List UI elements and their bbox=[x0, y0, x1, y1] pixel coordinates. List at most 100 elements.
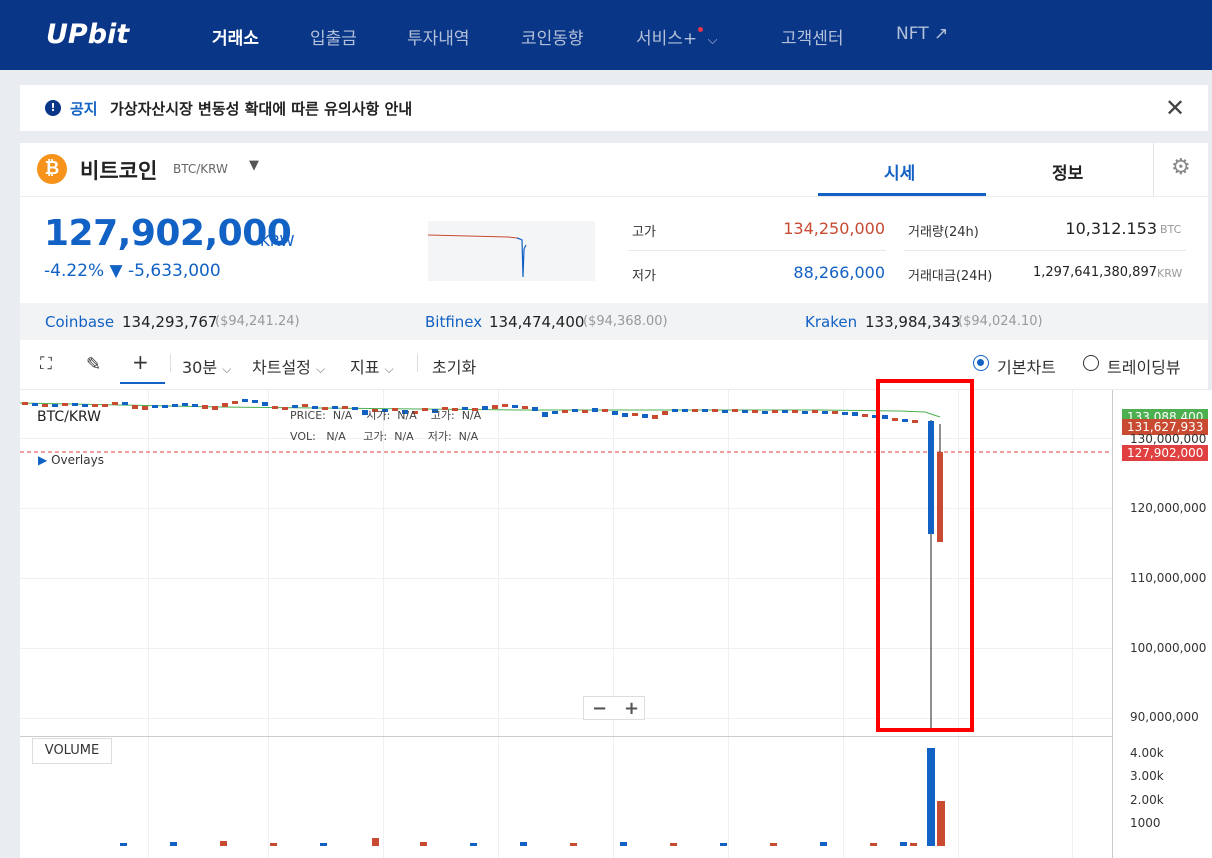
divider bbox=[170, 354, 171, 372]
interval-dropdown[interactable]: 30분 ⌵ bbox=[182, 354, 231, 378]
divider bbox=[417, 354, 418, 372]
close-icon[interactable]: ✕ bbox=[1165, 94, 1185, 122]
basic-chart-radio[interactable] bbox=[973, 355, 989, 371]
coin-info-panel: ₿ 비트코인 BTC/KRW ▼ 시세 정보 ⚙ 127,902,000 KRW… bbox=[20, 143, 1208, 389]
new-dot-icon bbox=[698, 27, 704, 32]
price-change: -4.22% ▼ -5,633,000 bbox=[44, 261, 221, 281]
legend-value: N/A bbox=[326, 430, 346, 443]
exchange-value: 134,474,400 bbox=[489, 313, 585, 331]
tab-quote[interactable]: 시세 bbox=[884, 159, 915, 184]
volume-tick: 2.00k bbox=[1130, 793, 1164, 807]
y-tick: 130,000,000 bbox=[1130, 432, 1207, 446]
volume-tick: 4.00k bbox=[1130, 746, 1164, 760]
reset-button[interactable]: 초기화 bbox=[432, 354, 476, 378]
upbit-logo[interactable]: UPbit bbox=[46, 19, 129, 50]
interval-label: 30분 bbox=[182, 358, 218, 377]
nav-nft[interactable]: NFT ↗ bbox=[896, 24, 948, 44]
legend-value: N/A bbox=[461, 409, 482, 422]
legend-vol-row: VOL: N/A 고가: N/A 저가: N/A bbox=[290, 430, 479, 443]
chart-settings-label: 차트설정 bbox=[252, 358, 311, 377]
nav-customer-center[interactable]: 고객센터 bbox=[781, 24, 844, 49]
chart-pair-label: BTC/KRW bbox=[37, 409, 102, 425]
notice-label: 공지 bbox=[70, 100, 98, 118]
active-tool-indicator bbox=[120, 382, 165, 384]
exchange-value: 133,984,343 bbox=[865, 313, 961, 331]
bitcoin-icon: ₿ bbox=[37, 154, 67, 184]
notice-banner: ! 공지 가상자산시장 변동성 확대에 따른 유의사항 안내 ✕ bbox=[20, 85, 1208, 131]
volume-label: 거래량(24h) bbox=[908, 225, 979, 240]
indicators-dropdown[interactable]: 지표 ⌵ bbox=[350, 354, 394, 378]
basic-chart-label[interactable]: 기본차트 bbox=[997, 354, 1056, 378]
tab-info[interactable]: 정보 bbox=[1052, 159, 1083, 184]
alert-icon: ! bbox=[45, 100, 61, 116]
pencil-icon[interactable]: ✎ bbox=[86, 354, 101, 375]
exchange-usd: ($94,241.24) bbox=[215, 314, 300, 329]
triangle-right-icon: ▶ bbox=[38, 453, 48, 467]
legend-value: N/A bbox=[458, 430, 479, 443]
exchange-usd: ($94,024.10) bbox=[958, 314, 1043, 329]
trading-view-radio[interactable] bbox=[1083, 355, 1099, 371]
overlays-label: Overlays bbox=[51, 453, 104, 467]
price-chart[interactable]: BTC/KRW ▶ Overlays PRICE: N/A 시가: N/A 고가… bbox=[20, 390, 1212, 858]
chevron-down-icon: ⌵ bbox=[315, 362, 326, 376]
legend-low-label: 저가 bbox=[427, 430, 448, 443]
coin-name[interactable]: 비트코인 bbox=[80, 155, 157, 185]
high-label: 고가 bbox=[632, 225, 656, 240]
zoom-in-button[interactable]: + bbox=[624, 698, 639, 719]
chevron-down-icon: ⌵ bbox=[384, 362, 394, 376]
legend-vol-label: VOL: bbox=[290, 430, 316, 443]
y-tick: 110,000,000 bbox=[1130, 571, 1207, 585]
top-navigation-bar: UPbit 거래소 입출금 투자내역 코인동향 서비스+ ⌵ 고객센터 NFT … bbox=[0, 0, 1212, 70]
y-tick: 100,000,000 bbox=[1130, 641, 1207, 655]
exchange-bitfinex[interactable]: Bitfinex bbox=[425, 313, 482, 331]
trade-amount-value: 1,297,641,380,897 bbox=[1032, 265, 1157, 280]
crosshair-icon[interactable]: + bbox=[132, 350, 149, 374]
trading-view-label[interactable]: 트레이딩뷰 bbox=[1107, 354, 1181, 378]
y-tick: 90,000,000 bbox=[1130, 710, 1199, 724]
exchange-usd: ($94,368.00) bbox=[583, 314, 668, 329]
candles-group bbox=[22, 399, 943, 730]
exchange-kraken[interactable]: Kraken bbox=[805, 313, 857, 331]
legend-price-row: PRICE: N/A 시가: N/A 고가: N/A bbox=[290, 409, 482, 422]
divider bbox=[1153, 143, 1154, 196]
volume-tick: 1000 bbox=[1130, 816, 1161, 830]
nav-services[interactable]: 서비스+ ⌵ bbox=[636, 24, 717, 49]
fullscreen-icon[interactable]: ⛶ bbox=[40, 354, 52, 374]
zoom-controls: − + bbox=[583, 696, 645, 720]
legend-value: N/A bbox=[397, 409, 417, 422]
trade-amount-unit: KRW bbox=[1157, 267, 1183, 280]
legend-value: N/A bbox=[394, 430, 414, 443]
legend-open-label: 시가 bbox=[366, 409, 387, 422]
chevron-down-icon: ⌵ bbox=[222, 362, 232, 376]
low-label: 저가 bbox=[632, 269, 656, 284]
change-amount: ▼ -5,633,000 bbox=[109, 261, 221, 281]
trade-amount-label: 거래대금(24H) bbox=[908, 269, 993, 284]
nav-deposit-withdraw[interactable]: 입출금 bbox=[310, 24, 357, 49]
highlight-annotation-box bbox=[876, 379, 974, 732]
nav-coin-trends[interactable]: 코인동향 bbox=[521, 24, 584, 49]
gear-icon[interactable]: ⚙ bbox=[1171, 155, 1191, 180]
y-tick: 120,000,000 bbox=[1130, 501, 1207, 515]
volume-tick: 3.00k bbox=[1130, 769, 1164, 783]
chart-settings-dropdown[interactable]: 차트설정 ⌵ bbox=[252, 354, 325, 378]
legend-price-label: PRICE: bbox=[290, 409, 326, 422]
coin-select-dropdown-icon[interactable]: ▼ bbox=[249, 158, 259, 173]
divider bbox=[20, 196, 1208, 197]
coin-pair: BTC/KRW bbox=[173, 162, 228, 176]
notice-text[interactable]: 가상자산시장 변동성 확대에 따른 유의사항 안내 bbox=[110, 98, 412, 119]
price-unit: KRW bbox=[260, 232, 295, 250]
current-price-tag: 127,902,000 bbox=[1122, 445, 1209, 461]
volume-value: 10,312.153 bbox=[1065, 219, 1157, 238]
current-price: 127,902,000 bbox=[44, 213, 292, 254]
exchange-coinbase[interactable]: Coinbase bbox=[45, 313, 114, 331]
volume-bars bbox=[120, 748, 945, 846]
zoom-out-button[interactable]: − bbox=[592, 698, 607, 719]
mini-chart-line bbox=[427, 234, 527, 278]
chevron-down-icon: ⌵ bbox=[707, 33, 718, 48]
high-value: 134,250,000 bbox=[783, 219, 885, 238]
nav-exchange[interactable]: 거래소 bbox=[212, 24, 259, 49]
nav-investments[interactable]: 투자내역 bbox=[407, 24, 470, 49]
mini-price-chart bbox=[427, 221, 595, 281]
legend-high-label: 고가 bbox=[430, 409, 451, 422]
overlays-toggle[interactable]: ▶ Overlays bbox=[38, 453, 104, 467]
